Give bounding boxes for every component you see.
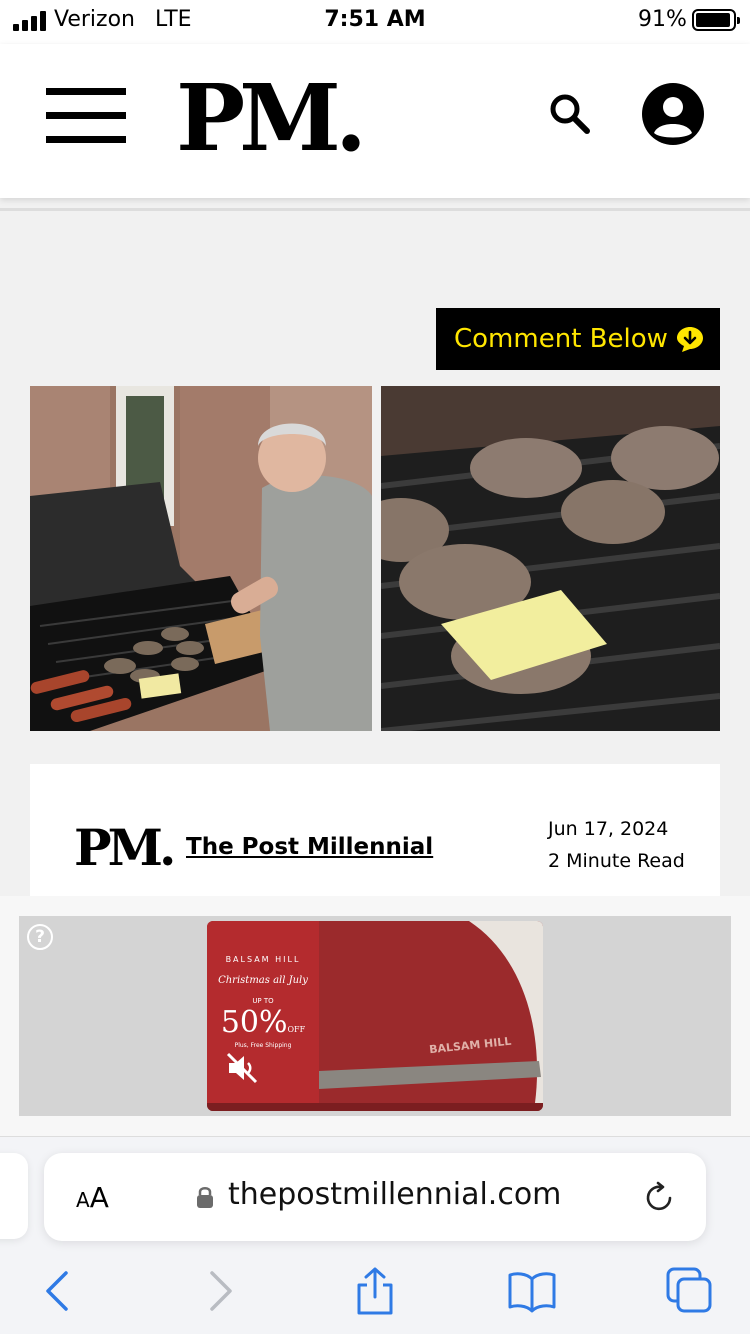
ad-shipping: Plus, Free Shipping [234,1042,292,1049]
reload-icon[interactable] [644,1181,676,1213]
lock-icon [197,1187,213,1208]
battery-icon [692,9,740,31]
site-logo[interactable]: PM. [176,64,367,172]
read-time: 2 Minute Read [548,850,685,872]
ad-discount: 50%OFF [220,1005,306,1040]
ad-brand: BALSAM HILL [225,955,301,964]
account-icon[interactable] [642,83,704,145]
site-header: PM. [0,44,750,198]
help-icon[interactable]: ? [27,924,53,950]
article-photo-grill-man[interactable] [30,386,372,731]
author-card: PM. The Post Millennial Jun 17, 2024 2 M… [30,764,720,914]
previous-tab-preview[interactable] [0,1153,28,1239]
browser-toolbar: AA thepostmillennial.com [0,1136,750,1334]
back-icon[interactable] [34,1267,82,1315]
ad-product-image [319,921,543,1103]
text-size-button[interactable]: AA [76,1181,109,1214]
publish-date: Jun 17, 2024 [548,818,669,840]
forward-icon[interactable] [196,1267,244,1315]
ad-tagline: Christmas all July [218,975,308,986]
hamburger-icon[interactable] [46,88,126,144]
search-icon[interactable] [546,90,592,136]
comment-button-label: Comment Below [454,324,668,354]
mute-icon[interactable] [225,1051,259,1085]
author-logo: PM. [74,818,176,877]
ad-creative[interactable]: BALSAM HILL Christmas all July UP TO 50%… [207,921,543,1111]
battery-percent: 91% [638,7,687,32]
ad-up-to: UP TO [252,997,274,1005]
ad-offer-panel: BALSAM HILL Christmas all July UP TO 50%… [207,921,319,1103]
header-divider [0,208,750,211]
comment-below-button[interactable]: Comment Below [436,308,720,370]
ad-container: ? BALSAM HILL Christmas all July UP TO 5… [0,896,750,1136]
tabs-icon[interactable] [666,1267,714,1315]
address-bar[interactable]: AA thepostmillennial.com [44,1153,706,1241]
ad-footer-bar [207,1103,543,1111]
bookmarks-icon[interactable] [508,1267,556,1315]
article-photo-burgers[interactable] [381,386,720,731]
url-text[interactable]: thepostmillennial.com [228,1177,561,1212]
share-icon[interactable] [351,1267,399,1315]
author-name-link[interactable]: The Post Millennial [186,834,433,860]
ad-banner[interactable]: ? BALSAM HILL Christmas all July UP TO 5… [19,916,731,1116]
ad-off: OFF [287,1025,306,1034]
status-bar: Verizon LTE 7:51 AM 91% [0,0,750,44]
comment-download-icon [676,327,703,352]
